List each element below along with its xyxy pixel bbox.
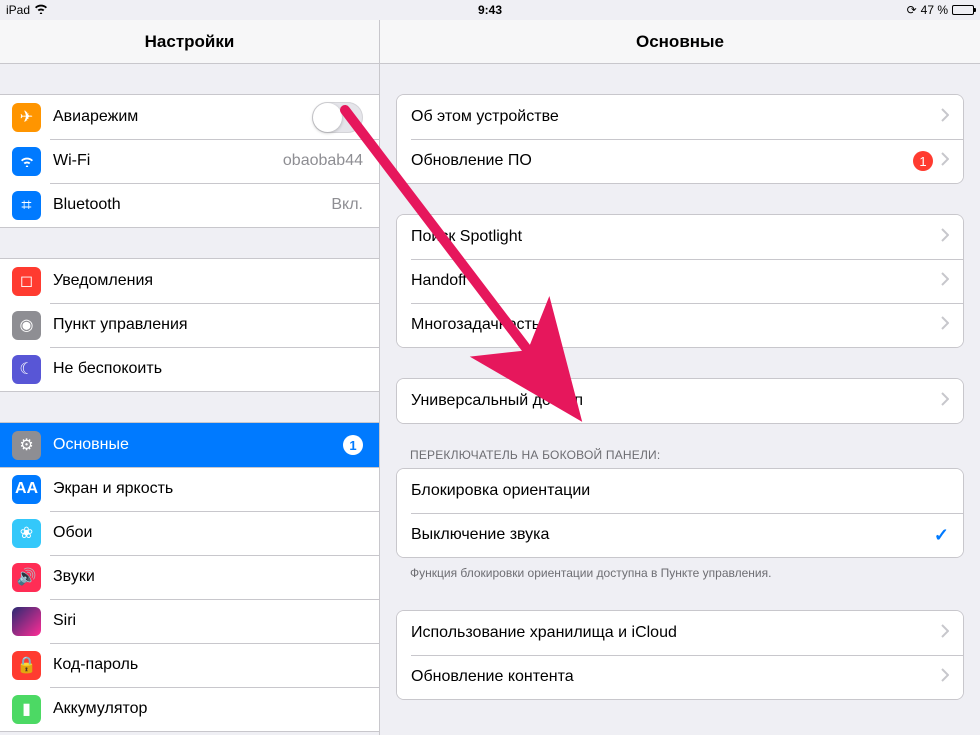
detail-item-about[interactable]: Об этом устройстве [397, 95, 963, 139]
sidebar-item-wifi[interactable]: Wi-Fi obaobab44 [0, 139, 379, 183]
orientation-lock-icon: ⟳ [907, 3, 917, 17]
control-center-label: Пункт управления [53, 316, 363, 334]
gear-icon: ⚙ [12, 431, 41, 460]
notifications-icon: ◻ [12, 267, 41, 296]
display-icon: AA [12, 475, 41, 504]
sidebar-item-general[interactable]: ⚙ Основные 1 [0, 423, 379, 467]
dnd-label: Не беспокоить [53, 360, 363, 378]
about-label: Об этом устройстве [411, 108, 933, 126]
wallpaper-label: Обои [53, 524, 363, 542]
battery-icon [952, 5, 974, 15]
display-label: Экран и яркость [53, 480, 363, 498]
sidebar-item-bluetooth[interactable]: ⌗ Bluetooth Вкл. [0, 183, 379, 227]
airplane-switch[interactable] [312, 102, 363, 133]
detail-pane: Основные Об этом устройстве Обновление П… [380, 20, 980, 735]
general-badge: 1 [343, 435, 363, 455]
chevron-icon [941, 624, 949, 643]
airplane-label: Авиарежим [53, 108, 312, 126]
battery-label: Аккумулятор [53, 700, 363, 718]
chevron-icon [941, 228, 949, 247]
background-refresh-label: Обновление контента [411, 668, 933, 686]
chevron-icon [941, 108, 949, 127]
wifi-value: obaobab44 [283, 152, 363, 170]
siri-label: Siri [53, 612, 363, 630]
sidebar-item-sounds[interactable]: 🔊 Звуки [0, 555, 379, 599]
siri-icon [12, 607, 41, 636]
bluetooth-value: Вкл. [331, 196, 363, 214]
battery-percent: 47 % [921, 3, 948, 17]
bluetooth-label: Bluetooth [53, 196, 331, 214]
sidebar-item-airplane[interactable]: ✈ Авиарежим [0, 95, 379, 139]
accessibility-label: Универсальный доступ [411, 392, 933, 410]
device-label: iPad [6, 3, 30, 17]
wallpaper-icon: ❀ [12, 519, 41, 548]
bluetooth-icon: ⌗ [12, 191, 41, 220]
software-update-badge: 1 [913, 151, 933, 171]
sidebar-item-wallpaper[interactable]: ❀ Обои [0, 511, 379, 555]
lock-icon: 🔒 [12, 651, 41, 680]
sidebar-item-display[interactable]: AA Экран и яркость [0, 467, 379, 511]
software-update-label: Обновление ПО [411, 152, 913, 170]
detail-item-multitasking[interactable]: Многозадачность [397, 303, 963, 347]
check-icon: ✓ [934, 525, 949, 546]
wifi-status-icon [34, 3, 48, 17]
detail-item-handoff[interactable]: Handoff [397, 259, 963, 303]
sounds-label: Звуки [53, 568, 363, 586]
detail-item-mute[interactable]: Выключение звука ✓ [397, 513, 963, 557]
sidebar-item-notifications[interactable]: ◻ Уведомления [0, 259, 379, 303]
chevron-icon [941, 272, 949, 291]
sounds-icon: 🔊 [12, 563, 41, 592]
side-switch-header: ПЕРЕКЛЮЧАТЕЛЬ НА БОКОВОЙ ПАНЕЛИ: [410, 448, 950, 462]
clock: 9:43 [478, 3, 502, 17]
multitasking-label: Многозадачность [411, 316, 933, 334]
chevron-icon [941, 392, 949, 411]
storage-label: Использование хранилища и iCloud [411, 624, 933, 642]
lock-rotation-label: Блокировка ориентации [411, 482, 949, 500]
detail-item-software-update[interactable]: Обновление ПО 1 [397, 139, 963, 183]
detail-item-background-refresh[interactable]: Обновление контента [397, 655, 963, 699]
general-label: Основные [53, 436, 343, 454]
chevron-icon [941, 152, 949, 171]
settings-sidebar: Настройки ✈ Авиарежим Wi-Fi obaobab44 ⌗ [0, 20, 380, 735]
sidebar-item-passcode[interactable]: 🔒 Код-пароль [0, 643, 379, 687]
wifi-icon [12, 147, 41, 176]
sidebar-item-battery[interactable]: ▮ Аккумулятор [0, 687, 379, 731]
detail-item-storage[interactable]: Использование хранилища и iCloud [397, 611, 963, 655]
sidebar-item-siri[interactable]: Siri [0, 599, 379, 643]
dnd-icon: ☾ [12, 355, 41, 384]
detail-item-accessibility[interactable]: Универсальный доступ [397, 379, 963, 423]
chevron-icon [941, 668, 949, 687]
wifi-label: Wi-Fi [53, 152, 283, 170]
detail-item-spotlight[interactable]: Поиск Spotlight [397, 215, 963, 259]
handoff-label: Handoff [411, 272, 933, 290]
battery-row-icon: ▮ [12, 695, 41, 724]
sidebar-item-dnd[interactable]: ☾ Не беспокоить [0, 347, 379, 391]
mute-label: Выключение звука [411, 526, 934, 544]
chevron-icon [941, 316, 949, 335]
detail-title: Основные [380, 20, 980, 64]
passcode-label: Код-пароль [53, 656, 363, 674]
sidebar-item-control-center[interactable]: ◉ Пункт управления [0, 303, 379, 347]
control-center-icon: ◉ [12, 311, 41, 340]
side-switch-footer: Функция блокировки ориентации доступна в… [410, 566, 950, 580]
spotlight-label: Поиск Spotlight [411, 228, 933, 246]
detail-item-lock-rotation[interactable]: Блокировка ориентации [397, 469, 963, 513]
notifications-label: Уведомления [53, 272, 363, 290]
sidebar-title: Настройки [0, 20, 379, 64]
airplane-icon: ✈ [12, 103, 41, 132]
